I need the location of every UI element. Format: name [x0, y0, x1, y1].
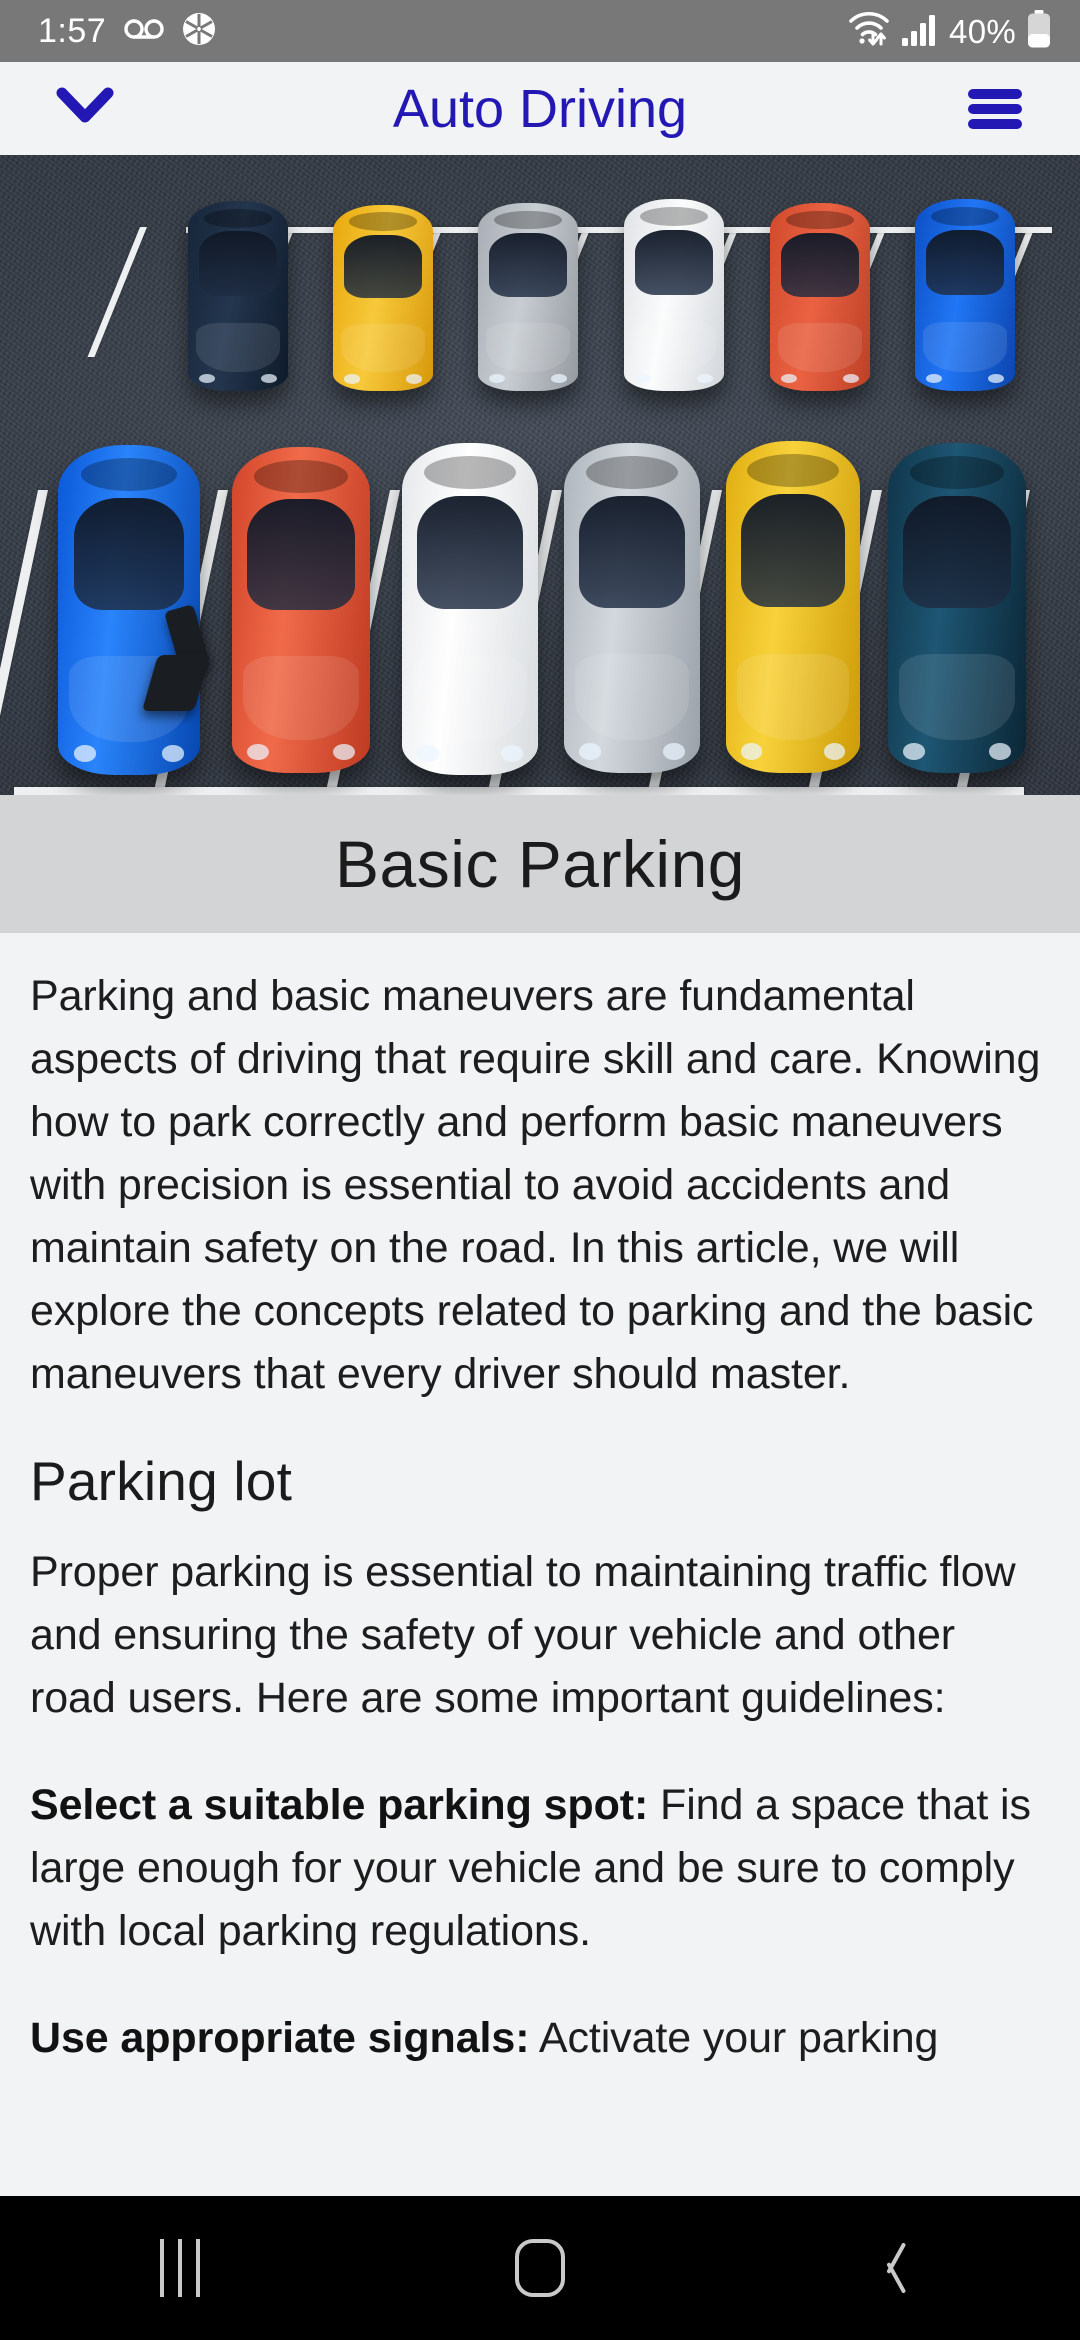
hero-image-parking-lot: [0, 155, 1080, 795]
tip-paragraph-2: Use appropriate signals: Activate your p…: [30, 2007, 1050, 2070]
hamburger-menu-icon[interactable]: [968, 88, 1022, 129]
battery-icon: [1026, 9, 1052, 53]
section-heading-parking-lot: Parking lot: [30, 1450, 293, 1512]
car-top-2: [333, 205, 433, 391]
car-top-4: [624, 199, 724, 391]
back-button[interactable]: [810, 2196, 990, 2340]
home-icon[interactable]: [515, 2239, 565, 2297]
phone-screen: 1:57 40% Auto Driving Basic Parking Park…: [0, 0, 1080, 2340]
status-bar-clock: 1:57: [38, 12, 107, 50]
car-top-5: [770, 203, 870, 391]
wifi-icon: [847, 10, 891, 53]
car-bottom-6: [888, 443, 1026, 773]
stall-line-bottom-edge: [14, 787, 1024, 795]
car-top-3: [478, 203, 578, 391]
article-title-band: Basic Parking: [0, 795, 1080, 933]
tip-label-1: Select a suitable parking spot:: [30, 1780, 649, 1829]
back-chevron-icon[interactable]: [880, 2239, 920, 2297]
car-bottom-3: [402, 443, 538, 775]
car-top-1: [188, 201, 288, 391]
article-title: Basic Parking: [334, 827, 745, 901]
hamburger-bar-1: [968, 88, 1022, 99]
cellular-signal-icon: [901, 12, 939, 51]
car-top-6: [915, 199, 1015, 391]
collapse-button[interactable]: [0, 85, 170, 132]
article-intro-paragraph: Parking and basic maneuvers are fundamen…: [30, 972, 1041, 1398]
voicemail-icon: [124, 16, 164, 47]
recents-icon[interactable]: [160, 2239, 200, 2297]
status-bar-left: 1:57: [38, 12, 216, 51]
tip-label-2: Use appropriate signals:: [30, 2013, 530, 2062]
tip-paragraph-1: Select a suitable parking spot: Find a s…: [30, 1774, 1050, 1963]
menu-button[interactable]: [910, 88, 1080, 129]
hamburger-bar-2: [968, 103, 1022, 114]
car-bottom-5: [726, 441, 860, 773]
recents-button[interactable]: [90, 2196, 270, 2340]
battery-percent-label: 40%: [949, 12, 1016, 50]
page-title: Auto Driving: [392, 78, 688, 139]
section-body-paragraph: Proper parking is essential to maintaini…: [30, 1547, 1016, 1722]
system-navigation-bar: [0, 2196, 1080, 2340]
car-bottom-2: [232, 447, 370, 773]
chevron-down-icon[interactable]: [56, 85, 114, 132]
car-bottom-4: [564, 443, 700, 773]
article-content: Parking and basic maneuvers are fundamen…: [0, 933, 1080, 2196]
status-bar: 1:57 40%: [0, 0, 1080, 62]
app-bar: Auto Driving: [0, 62, 1080, 155]
tip-text-2: Activate your parking: [529, 2013, 939, 2062]
camera-aperture-icon: [182, 12, 216, 51]
hamburger-bar-3: [968, 118, 1022, 129]
home-button[interactable]: [450, 2196, 630, 2340]
status-bar-right: 40%: [847, 9, 1052, 53]
